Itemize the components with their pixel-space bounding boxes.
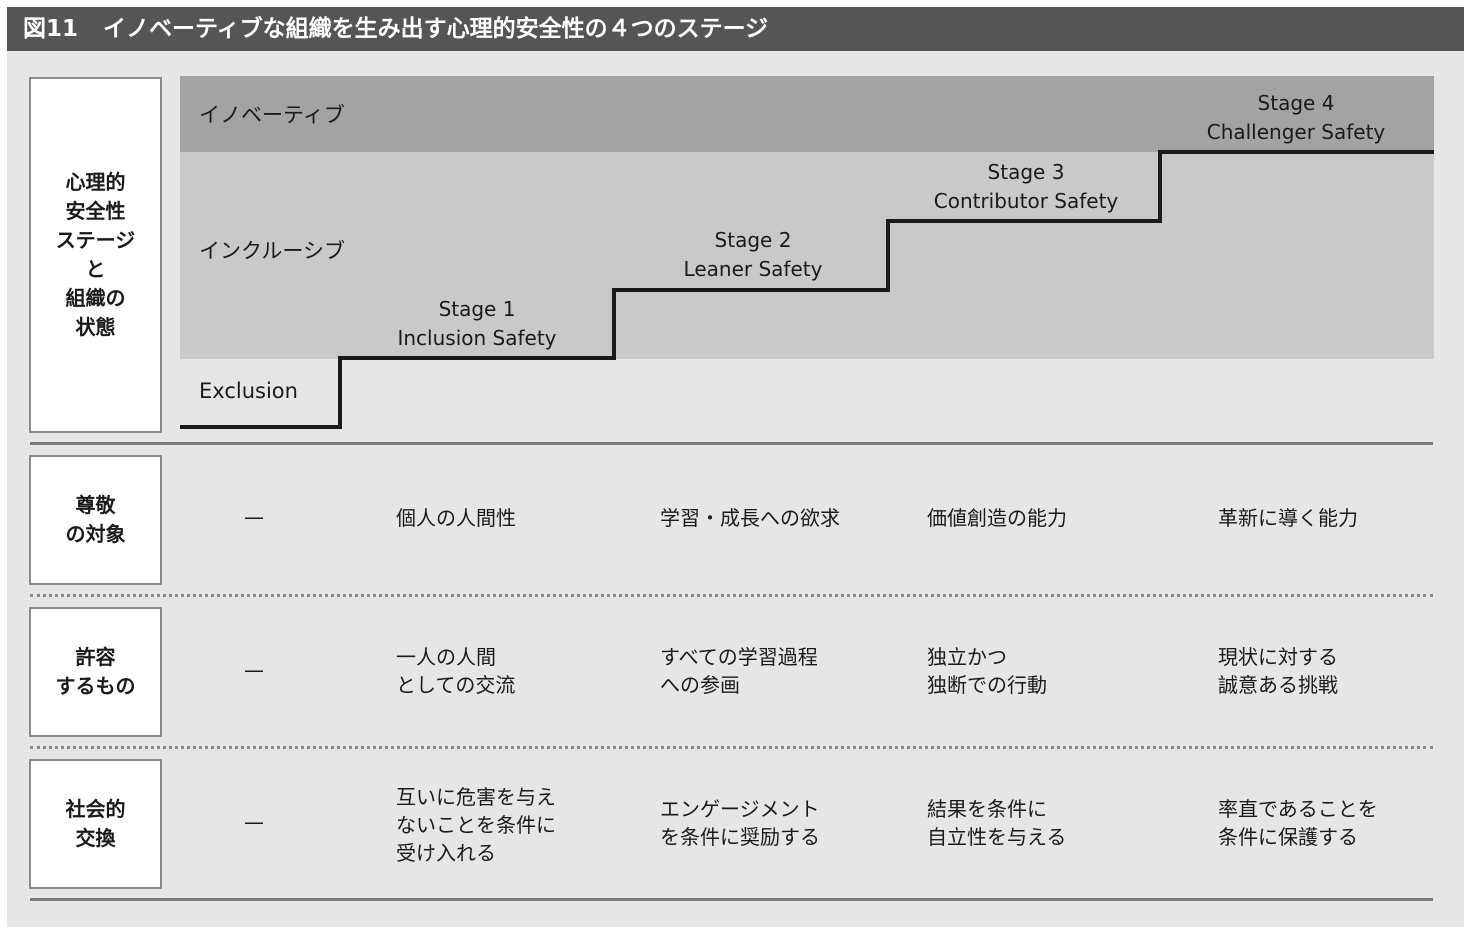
section-divider [30, 442, 1433, 445]
stage-3-name: Contributor Safety [933, 189, 1119, 213]
stage-2-label: Stage 2 Leaner Safety [684, 226, 823, 284]
row-2-exclusion-value: — [244, 658, 264, 682]
row-label-respect: 尊敬 の対象 [29, 455, 162, 585]
row-1-stage-3: 価値創造の能力 [927, 506, 1067, 530]
stage-1-label: Stage 1 Inclusion Safety [397, 295, 556, 353]
stage-1-name: Inclusion Safety [397, 326, 557, 350]
row-3-stage-4: 率直であることを 条件に保護する [1218, 797, 1378, 849]
stage-3-label: Stage 3 Contributor Safety [934, 158, 1119, 216]
row-1-exclusion-value: — [244, 505, 264, 529]
row-divider [30, 594, 1433, 597]
stage-2-name: Leaner Safety [683, 257, 823, 281]
row-label-permitted: 許容 するもの [29, 607, 162, 737]
row-2-stage-4: 現状に対する 誠意ある挑戦 [1218, 645, 1338, 697]
row-divider [30, 746, 1433, 749]
row-2-stage-3: 独立かつ 独断での行動 [927, 645, 1047, 697]
stage-2-number: Stage 2 [714, 228, 792, 252]
stage-4-number: Stage 4 [1257, 91, 1335, 115]
row-1-stage-1: 個人の人間性 [396, 506, 516, 530]
row-3-exclusion-value: — [244, 810, 264, 834]
stage-4-label: Stage 4 Challenger Safety [1207, 89, 1386, 147]
stage-3-number: Stage 3 [987, 160, 1065, 184]
row-3-stage-3: 結果を条件に 自立性を与える [927, 797, 1067, 849]
bottom-divider [30, 898, 1433, 901]
row-3-stage-2: エンゲージメント を条件に奨励する [660, 797, 820, 849]
stair-path [180, 150, 1434, 429]
row-2-stage-2: すべての学習過程 への参画 [660, 645, 818, 697]
row-2-stage-1: 一人の人間 としての交流 [396, 645, 516, 697]
row-3-stage-1: 互いに危害を与え ないことを条件に 受け入れる [396, 785, 556, 865]
row-1-stage-2: 学習・成長への欲求 [660, 506, 840, 530]
row-1-stage-4: 革新に導く能力 [1218, 506, 1358, 530]
stage-4-name: Challenger Safety [1206, 120, 1386, 144]
row-label-social-exchange: 社会的 交換 [29, 759, 162, 889]
stage-1-number: Stage 1 [438, 297, 516, 321]
